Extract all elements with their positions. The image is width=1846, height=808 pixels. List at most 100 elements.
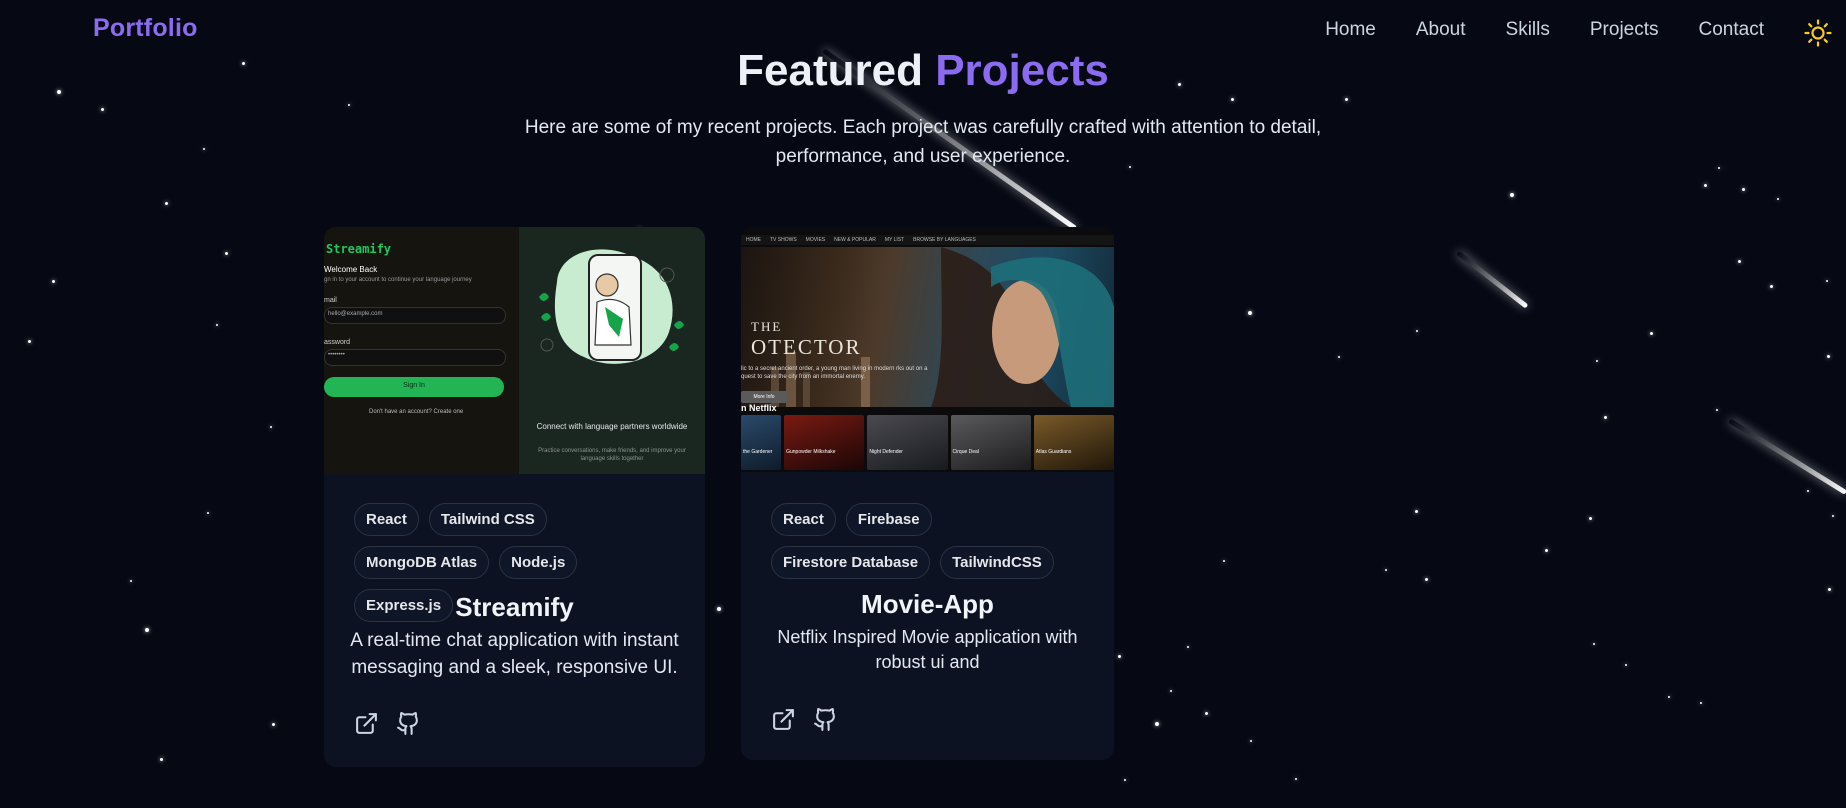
star	[130, 580, 132, 582]
preview-nav-item: NEW & POPULAR	[834, 237, 876, 243]
star	[348, 104, 350, 106]
star	[1155, 722, 1159, 726]
star	[1510, 193, 1514, 197]
preview-movie-tile: the Gardener	[741, 415, 782, 470]
external-link-icon[interactable]	[771, 707, 796, 732]
star	[272, 723, 275, 726]
portfolio-page: Portfolio Home About Skills Projects Con…	[0, 0, 1846, 808]
star	[1777, 198, 1779, 200]
star	[1425, 578, 1428, 581]
star	[1604, 416, 1607, 419]
star	[1231, 98, 1234, 101]
project-description: A real-time chat application with instan…	[350, 630, 679, 678]
github-icon[interactable]	[813, 707, 838, 732]
nav-links: Home About Skills Projects Contact	[1325, 19, 1764, 41]
preview-movie-tile: Gunpowder Milkshake	[784, 415, 865, 470]
preview-password-value: ••••••••	[328, 352, 345, 358]
project-card-movie-app: HOME TV SHOWS MOVIES NEW & POPULAR MY LI…	[741, 227, 1114, 760]
star	[1589, 517, 1592, 520]
star	[1295, 778, 1297, 780]
tech-tag: React	[771, 503, 836, 536]
project-thumbnail[interactable]: HOME TV SHOWS MOVIES NEW & POPULAR MY LI…	[741, 227, 1114, 472]
preview-movie-tile: Night Defender	[867, 415, 948, 470]
star	[1650, 332, 1653, 335]
star	[1596, 360, 1598, 362]
preview-tile-label: the Gardener	[743, 449, 773, 455]
preview-subheading: gn in to your account to continue your l…	[324, 277, 472, 283]
nav-link-contact[interactable]: Contact	[1699, 19, 1764, 41]
star	[160, 758, 163, 761]
site-logo[interactable]: Portfolio	[93, 14, 198, 43]
star	[1187, 646, 1189, 648]
star	[1248, 311, 1252, 315]
github-icon[interactable]	[396, 711, 421, 736]
star	[1826, 280, 1828, 282]
tech-tag: React	[354, 503, 419, 536]
star	[1593, 643, 1595, 645]
project-description: Netflix Inspired Movie application with …	[777, 627, 1078, 672]
nav-link-home[interactable]: Home	[1325, 19, 1376, 41]
tech-tag: MongoDB Atlas	[354, 546, 490, 579]
star	[52, 280, 55, 283]
project-thumbnail[interactable]: Streamify Welcome Back gn in to your acc…	[324, 227, 705, 474]
preview-nav-links: HOME TV SHOWS MOVIES NEW & POPULAR MY LI…	[746, 237, 976, 243]
chat-illustration	[539, 249, 684, 364]
nav-link-skills[interactable]: Skills	[1506, 19, 1550, 41]
preview-tile-label: Gunpowder Milkshake	[786, 449, 836, 455]
preview-nav-item: TV SHOWS	[770, 237, 797, 243]
project-title: Movie-App	[861, 589, 994, 619]
star	[1338, 356, 1340, 358]
meteor	[1456, 250, 1529, 309]
tech-tag: Node.js	[499, 546, 578, 579]
star	[717, 607, 721, 611]
star	[1738, 260, 1741, 263]
preview-tile-label: Night Defender	[869, 449, 903, 455]
theme-toggle-button[interactable]	[1804, 19, 1832, 47]
nav-link-projects[interactable]: Projects	[1590, 19, 1659, 41]
streamify-brand: Streamify	[326, 242, 392, 256]
tech-tags: React Firebase Firestore Database Tailwi…	[771, 503, 1084, 579]
star	[203, 148, 205, 150]
preview-hero-text: lic to a secret ancient order, a young m…	[741, 366, 928, 380]
star	[225, 252, 228, 255]
tech-tag: Firestore Database	[771, 546, 931, 579]
star	[1828, 588, 1831, 591]
preview-signup-text: Don't have an account? Create one	[369, 409, 464, 415]
preview-row-label: n Netflix	[741, 403, 777, 413]
preview-movie-title: THE OTECTOR	[751, 317, 862, 359]
star	[1827, 355, 1830, 358]
preview-more-info-button: More Info	[741, 391, 787, 403]
preview-title-line1: THE	[751, 319, 783, 334]
project-actions	[771, 707, 838, 732]
meteor	[1728, 418, 1846, 495]
star	[1170, 690, 1172, 692]
star	[1668, 696, 1670, 698]
preview-nav-item: HOME	[746, 237, 761, 243]
star	[165, 202, 168, 205]
sun-icon	[1804, 19, 1832, 47]
preview-password-label: assword	[324, 339, 351, 346]
star	[1223, 560, 1225, 562]
star	[1700, 702, 1702, 704]
section-subtitle: Here are some of my recent projects. Eac…	[524, 117, 1322, 167]
star	[1718, 167, 1720, 169]
nav-link-about[interactable]: About	[1416, 19, 1466, 41]
star	[1625, 664, 1627, 666]
preview-email-label: mail	[324, 297, 337, 304]
star	[1416, 330, 1418, 332]
star	[1832, 515, 1834, 517]
preview-hero-banner: THE OTECTOR lic to a secret ancient orde…	[741, 247, 1114, 407]
star	[28, 340, 31, 343]
tech-tag: Tailwind CSS	[428, 503, 547, 536]
streamify-login-preview: Streamify Welcome Back gn in to your acc…	[324, 227, 519, 474]
preview-movie-row: the Gardener Gunpowder Milkshake Night D…	[741, 415, 1114, 470]
star	[145, 628, 149, 632]
preview-signin-label: Sign In	[403, 382, 425, 389]
project-title: Streamify	[455, 592, 574, 622]
star	[1124, 779, 1126, 781]
external-link-icon[interactable]	[354, 711, 379, 736]
star	[1415, 510, 1418, 513]
star	[1716, 409, 1718, 411]
preview-nav-item: BROWSE BY LANGUAGES	[913, 237, 976, 243]
preview-title-line2: OTECTOR	[751, 335, 862, 359]
